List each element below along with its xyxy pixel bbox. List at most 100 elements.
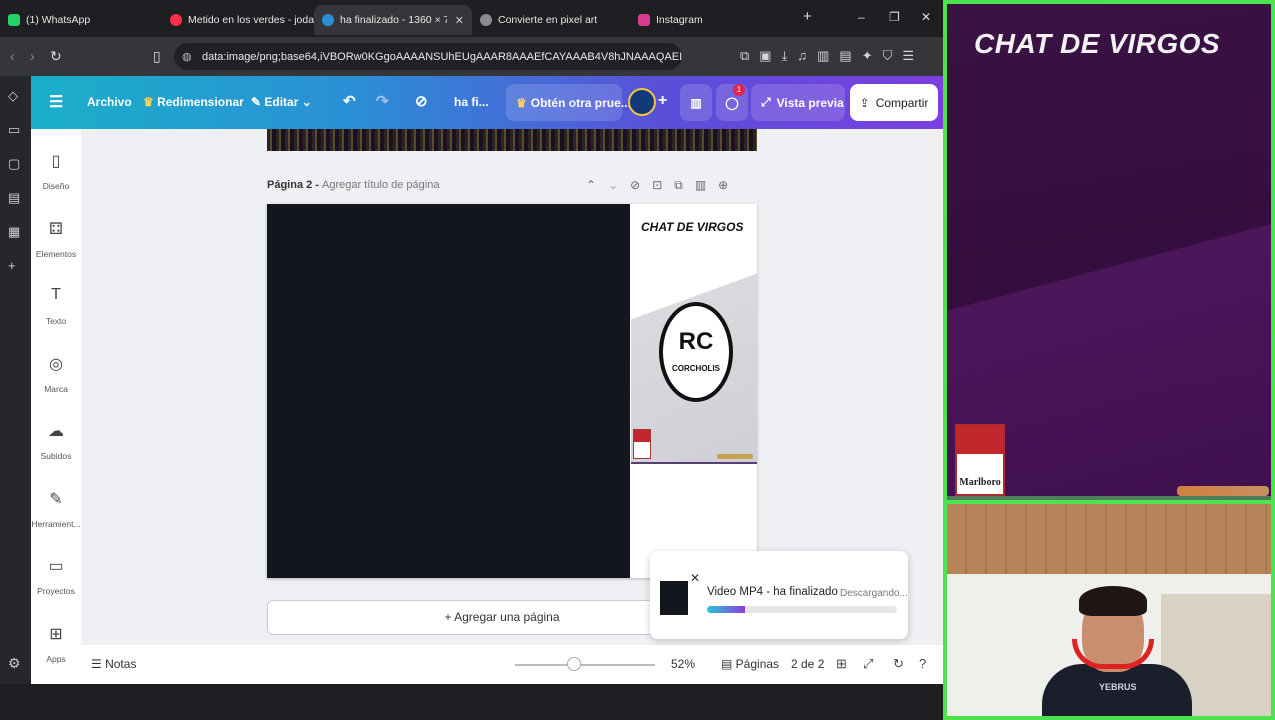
streamer-body	[1042, 664, 1192, 716]
instagram-icon	[638, 14, 650, 26]
zoom-slider-handle[interactable]	[567, 657, 581, 671]
divider	[631, 462, 757, 464]
bar-chart-icon: ▥	[690, 95, 702, 110]
help-icon[interactable]: ?	[919, 656, 926, 671]
refresh-icon[interactable]: ↻	[893, 656, 904, 672]
sidebar-item-tools[interactable]: ✎ Herramient...	[31, 489, 81, 529]
messenger-icon[interactable]: ▭	[8, 122, 20, 138]
chevron-up-icon[interactable]: ⌃	[586, 178, 596, 193]
tab-music[interactable]: Metido en los verdes - joda b	[162, 5, 314, 35]
trial-button[interactable]: ♛ Obtén otra prue...	[506, 84, 631, 121]
page-title-field[interactable]: Agregar título de página	[322, 179, 439, 191]
sidebar-item-brand[interactable]: ◎ Marca	[31, 354, 81, 394]
reading-list-icon[interactable]: ▦	[8, 224, 20, 240]
menu-icon[interactable]: ☰	[902, 48, 914, 64]
cigarette-box-image[interactable]	[633, 429, 651, 459]
download-icon[interactable]: ⤓	[782, 48, 788, 64]
lock-icon[interactable]: ⊡	[652, 178, 662, 193]
comment-icon: ◯	[725, 95, 739, 110]
previous-page-thumbnail[interactable]	[267, 129, 757, 151]
add-collaborator-icon[interactable]: +	[658, 92, 667, 110]
insights-button[interactable]: ▥	[680, 84, 712, 121]
extension-icon[interactable]: ⧉	[740, 48, 749, 64]
document-title[interactable]: ha fi...	[454, 95, 489, 109]
hamburger-icon[interactable]: ☰	[49, 92, 63, 112]
ai-icon[interactable]: ✦	[862, 48, 873, 64]
side-title: CHAT DE VIRGOS	[641, 220, 744, 234]
tab-pixel-art[interactable]: Convierte en pixel art	[472, 5, 630, 35]
notes-button[interactable]: ☰ Notas	[91, 657, 136, 671]
wallet-sidebar-icon[interactable]: ▢	[8, 156, 20, 172]
browser-toolbar-icons: ⧉ ▣ ⤓ ♫ ▥ ▤ ✦ ⛉ ☰	[740, 48, 914, 64]
design-page[interactable]: CHAT DE VIRGOS RC CORCHOLIS	[267, 204, 757, 578]
whatsapp-icon	[8, 14, 20, 26]
upload-icon: ☁	[48, 423, 64, 440]
bookmark-icon[interactable]: ▯	[153, 48, 161, 65]
wood-ceiling	[947, 504, 1271, 574]
wallet-icon[interactable]: ▤	[839, 48, 851, 64]
file-menu[interactable]: Archivo	[87, 95, 132, 109]
shield-icon[interactable]: ⛉	[883, 48, 893, 64]
grid-view-icon[interactable]: ⊞	[836, 656, 847, 672]
minimize-button[interactable]: –	[858, 10, 865, 24]
forward-icon[interactable]: ›	[30, 48, 35, 64]
pages-button[interactable]: ▤ Páginas	[721, 657, 779, 671]
close-window-button[interactable]: ✕	[921, 10, 931, 24]
tab-whatsapp[interactable]: (1) WhatsApp	[0, 5, 162, 35]
sidebar-item-apps[interactable]: ⊞ Apps	[31, 624, 81, 664]
hide-icon[interactable]: ⊘	[630, 178, 640, 193]
add-page-icon[interactable]: ⊕	[718, 178, 728, 193]
sidebar-item-uploads[interactable]: ☁ Subidos	[31, 421, 81, 461]
sidebar-item-text[interactable]: T Texto	[31, 286, 81, 326]
fullscreen-icon[interactable]: ⤢	[863, 656, 873, 672]
expand-icon: ⤢	[761, 95, 771, 109]
globe-icon	[480, 14, 492, 26]
sidebar-icon[interactable]: ▥	[817, 48, 829, 64]
site-info-icon[interactable]: ◍	[182, 50, 192, 63]
close-icon[interactable]: ✕	[690, 571, 700, 585]
new-tab-button[interactable]: +	[803, 8, 812, 25]
sidebar-item-design[interactable]: ▯ Diseño	[31, 151, 81, 191]
canva-footer: ☰ Notas 52% ▤ Páginas 2 de 2 ⊞ ⤢ ↻ ?	[81, 645, 943, 684]
edit-menu[interactable]: ✎ Editar ⌄	[251, 95, 312, 109]
back-icon[interactable]: ‹	[10, 48, 15, 64]
resize-button[interactable]: ♛ Redimensionar	[143, 95, 244, 109]
design-icon: ▯	[51, 153, 61, 170]
zoom-level[interactable]: 52%	[671, 657, 695, 671]
share-button[interactable]: ⇪ Compartir	[850, 84, 938, 121]
cloud-saved-icon[interactable]: ⊘	[415, 92, 428, 110]
reload-icon[interactable]: ↻	[50, 48, 62, 65]
notification-badge: 1	[733, 84, 745, 96]
sidebar-item-elements[interactable]: ⚃ Elementos	[31, 219, 81, 259]
settings-icon[interactable]: ⚙	[8, 655, 21, 672]
avatar[interactable]	[628, 88, 656, 116]
video-frame[interactable]	[267, 204, 630, 578]
canva-header: ☰ Archivo ♛ Redimensionar ✎ Editar ⌄ ↶ ↷…	[31, 76, 943, 129]
sidebar-item-projects[interactable]: ▭ Proyectos	[31, 556, 81, 596]
webcam-feed: YEBRUS	[943, 500, 1275, 720]
zoom-slider[interactable]	[515, 664, 655, 666]
shirt-print: YEBRUS	[1099, 682, 1137, 692]
restore-button[interactable]: ❐	[889, 10, 900, 24]
preview-button[interactable]: ⤢ Vista previa	[751, 84, 845, 121]
duplicate-icon[interactable]: ⧉	[674, 178, 683, 193]
download-progress	[707, 606, 897, 613]
url-field[interactable]: ◍ data:image/png;base64,iVBORw0KGgoAAAAN…	[174, 43, 682, 70]
music-note-icon[interactable]: ♫	[797, 48, 807, 64]
redo-icon[interactable]: ↷	[376, 92, 389, 110]
chevron-down-icon[interactable]: ⌄	[608, 178, 618, 193]
logo-image[interactable]: RC CORCHOLIS	[659, 302, 733, 402]
canva-icon	[322, 14, 334, 26]
undo-icon[interactable]: ↶	[343, 92, 356, 110]
player-icon[interactable]: ▤	[8, 190, 20, 206]
cigarette-image[interactable]	[717, 454, 753, 459]
tab-canva[interactable]: ha finalizado - 1360 × 768 px ✕	[314, 5, 472, 35]
add-sidebar-icon[interactable]: +	[8, 258, 16, 273]
aria-icon[interactable]: ◇	[8, 88, 18, 104]
tab-instagram[interactable]: Instagram	[630, 5, 788, 35]
trash-icon[interactable]: ▥	[695, 178, 706, 193]
crown-icon: ♛	[143, 95, 158, 109]
music-icon	[170, 14, 182, 26]
close-tab-icon[interactable]: ✕	[455, 14, 464, 27]
screenshot-icon[interactable]: ▣	[759, 48, 771, 64]
